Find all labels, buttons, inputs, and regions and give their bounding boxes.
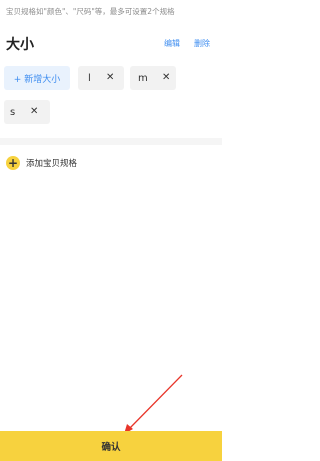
confirm-button[interactable]: 确认	[0, 431, 222, 461]
annotation-arrow-icon	[124, 374, 183, 434]
